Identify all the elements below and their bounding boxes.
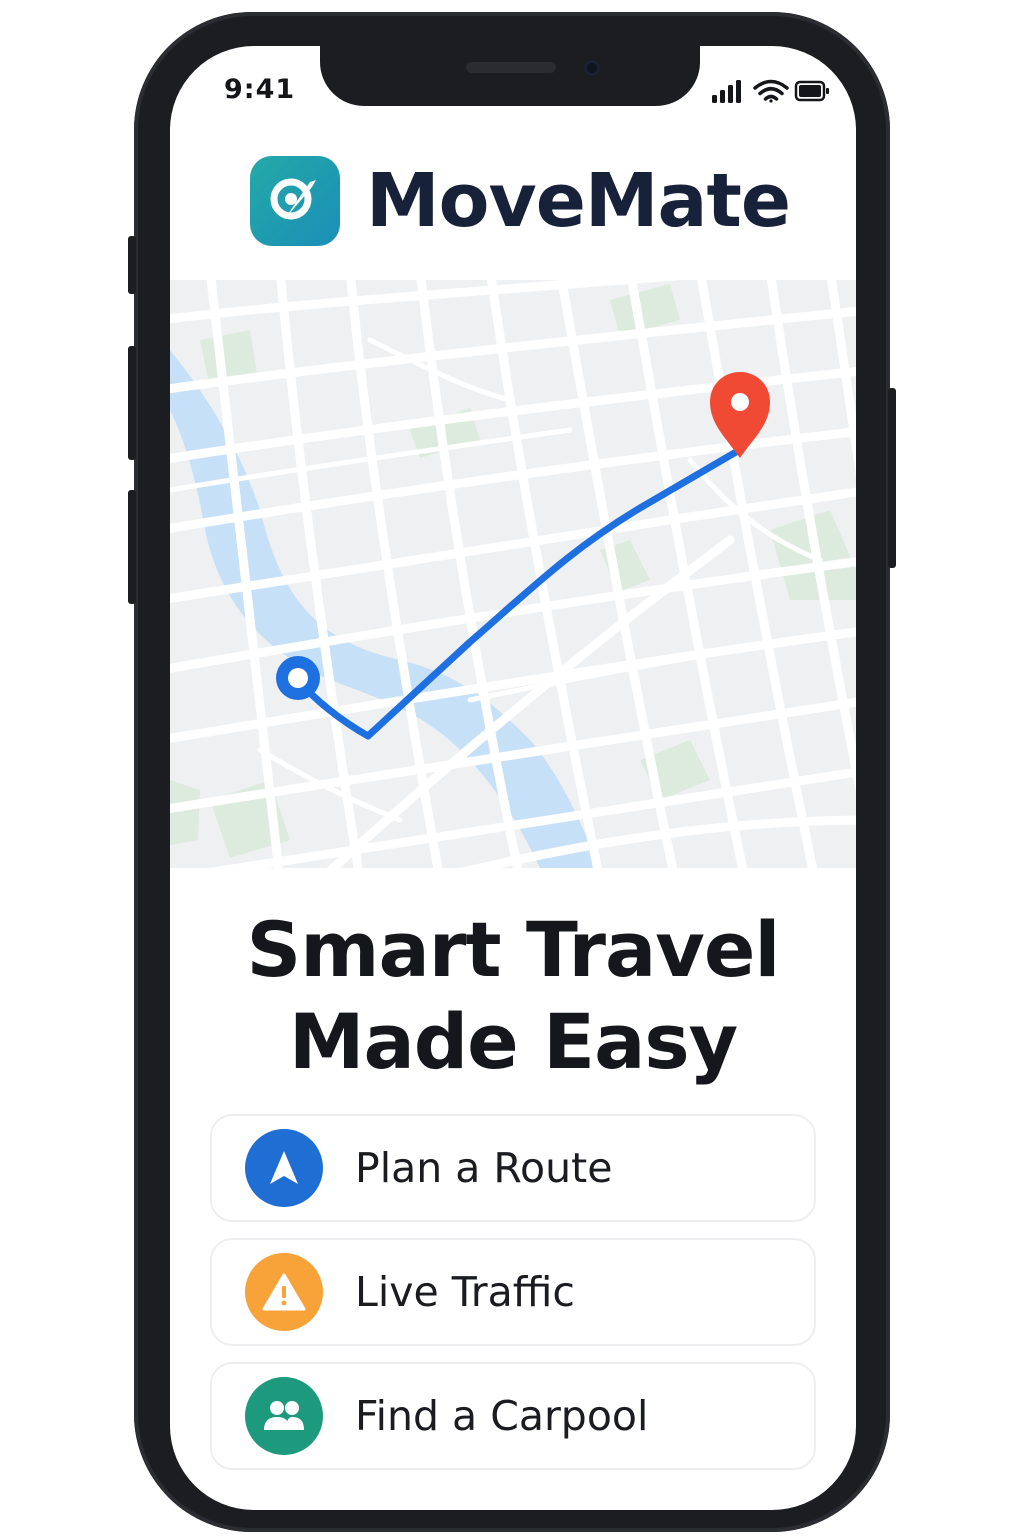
power-button	[888, 388, 896, 568]
app-name: MoveMate	[366, 158, 791, 244]
find-carpool-button[interactable]: Find a Carpool	[210, 1362, 816, 1470]
phone-screen: 9:41 MoveMate Smart Travel Made Easy Pla…	[170, 46, 856, 1510]
speaker	[466, 62, 556, 73]
warning-icon	[245, 1253, 323, 1331]
mute-switch	[128, 236, 136, 294]
volume-up-button	[128, 346, 136, 460]
live-traffic-label: Live Traffic	[355, 1268, 575, 1316]
route-map[interactable]	[170, 280, 856, 868]
origin-marker-icon[interactable]	[276, 656, 320, 700]
front-camera	[584, 60, 600, 76]
headline-line-2: Made Easy	[288, 997, 738, 1086]
status-icons	[712, 79, 829, 103]
brand-header: MoveMate	[250, 156, 791, 246]
battery-icon	[794, 80, 829, 102]
navigation-arrow-icon	[245, 1129, 323, 1207]
status-time: 9:41	[224, 74, 296, 105]
location-arrow-icon	[250, 156, 340, 246]
find-carpool-label: Find a Carpool	[355, 1392, 649, 1440]
notch	[320, 46, 700, 106]
signal-icon	[712, 80, 741, 103]
people-icon	[245, 1377, 323, 1455]
headline-line-1: Smart Travel	[246, 905, 781, 994]
headline: Smart Travel Made Easy	[170, 904, 856, 1088]
live-traffic-button[interactable]: Live Traffic	[210, 1238, 816, 1346]
plan-route-button[interactable]: Plan a Route	[210, 1114, 816, 1222]
volume-down-button	[128, 490, 136, 604]
wifi-icon	[753, 79, 789, 103]
plan-route-label: Plan a Route	[355, 1144, 613, 1192]
action-list: Plan a Route Live Traffic Find a Carpool	[210, 1114, 816, 1486]
